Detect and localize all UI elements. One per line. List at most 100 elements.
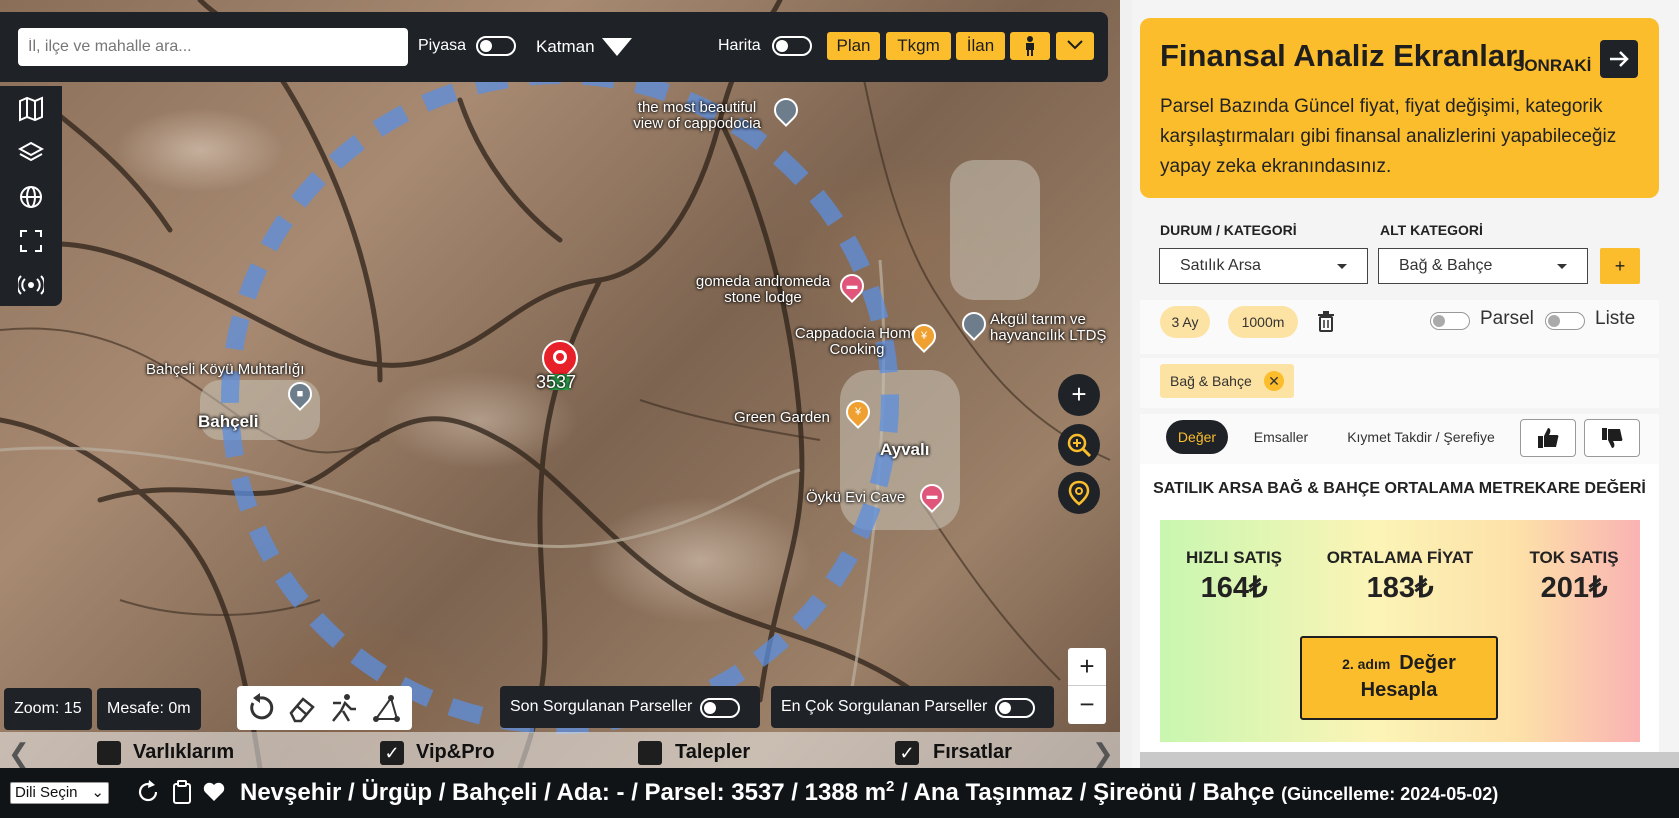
piyasa-toggle[interactable] xyxy=(476,36,516,56)
thumbs-up-icon xyxy=(1538,428,1559,448)
update-date: (Güncelleme: 2024-05-02) xyxy=(1281,784,1499,804)
firsatlar-label: Fırsatlar xyxy=(933,741,1012,763)
layers-icon[interactable] xyxy=(18,140,44,166)
zoom-in-button[interactable]: + xyxy=(1068,648,1106,686)
talepler-checkbox[interactable] xyxy=(638,741,662,765)
polygon-draw-icon[interactable] xyxy=(371,693,401,723)
calc-main-label-1: Değer xyxy=(1399,652,1456,674)
average-price-value: 183₺ xyxy=(1366,572,1434,604)
katman-label[interactable]: Katman xyxy=(536,37,595,57)
arrow-right-icon xyxy=(1610,51,1629,67)
recent-parcels-chip: Son Sorgulanan Parseller xyxy=(500,686,760,728)
recent-parcels-toggle[interactable] xyxy=(700,698,740,718)
next-arrow-button[interactable] xyxy=(1600,40,1638,78)
thumbs-down-icon xyxy=(1602,428,1623,448)
map-view[interactable]: the most beautiful view of cappodocia go… xyxy=(0,0,1120,768)
filter-row: 3 Ay 1000m Parsel Liste xyxy=(1140,300,1659,354)
distance-display: Mesafe: 0m xyxy=(97,688,201,730)
alt-kategori-select[interactable]: Bağ & Bahçe xyxy=(1378,248,1588,284)
full-sale-label: TOK SATIŞ xyxy=(1529,548,1619,567)
tkgm-button[interactable]: Tkgm xyxy=(886,32,951,60)
katman-dropdown-icon[interactable] xyxy=(602,38,632,58)
harita-toggle[interactable] xyxy=(772,36,812,56)
next-label[interactable]: SONRAKİ xyxy=(1513,56,1591,76)
panel-horizontal-scrollbar[interactable] xyxy=(1140,752,1679,768)
card-description: Parsel Bazında Güncel fiyat, fiyat değiş… xyxy=(1160,96,1617,177)
poi-label-viewpoint[interactable]: the most beautiful view of cappodocia xyxy=(622,100,772,132)
category-tag: Bağ & Bahçe ✕ xyxy=(1160,364,1294,398)
zoom-control: + − xyxy=(1068,648,1106,724)
ilan-button[interactable]: İlan xyxy=(956,32,1005,60)
map-icon[interactable] xyxy=(18,96,44,122)
piyasa-label: Piyasa xyxy=(418,37,467,54)
poi-label-muhtarlik[interactable]: Bahçeli Köyü Muhtarlığı xyxy=(146,362,304,378)
broadcast-icon[interactable] xyxy=(18,272,44,298)
durum-kategori-select[interactable]: Satılık Arsa xyxy=(1159,248,1368,284)
location-pin-icon xyxy=(1068,480,1090,506)
zoom-search-button[interactable] xyxy=(1058,424,1100,466)
firsatlar-checkbox[interactable]: ✓ xyxy=(895,741,919,765)
person-icon xyxy=(1026,36,1034,56)
calculate-value-button[interactable]: 2. adım Değer Hesapla xyxy=(1300,636,1498,720)
tab-kiymet-takdir[interactable]: Kıymet Takdir / Şerefiye xyxy=(1336,420,1506,454)
analysis-tabs: Değer Emsaller Kıymet Takdir / Şerefiye xyxy=(1140,414,1659,464)
varliklarim-checkbox[interactable] xyxy=(97,741,121,765)
undo-icon[interactable] xyxy=(245,693,275,723)
calc-step-label: 2. adım xyxy=(1342,656,1391,672)
zoom-out-button[interactable]: − xyxy=(1068,686,1106,724)
filter-checkbox-strip: ❮ Varlıklarım ✓ Vip&Pro Talepler ✓ Fırsa… xyxy=(0,732,1120,768)
poi-label-green-garden[interactable]: Green Garden xyxy=(734,410,830,426)
poi-label-cappadocia-home[interactable]: Cappadocia Home Cooking xyxy=(792,326,922,358)
value-title: SATILIK ARSA BAĞ & BAHÇE ORTALAMA METREK… xyxy=(1153,480,1646,497)
value-section: SATILIK ARSA BAĞ & BAHÇE ORTALAMA METREK… xyxy=(1140,464,1659,754)
add-category-button[interactable]: + xyxy=(1600,248,1640,284)
eraser-icon[interactable] xyxy=(287,693,317,723)
strip-right-arrow-icon[interactable]: ❯ xyxy=(1092,738,1114,769)
my-location-button[interactable] xyxy=(1058,472,1100,514)
language-select-value: Dili Seçin xyxy=(15,784,78,801)
address-detail: / Ana Taşınmaz / Şireönü / Bahçe xyxy=(894,779,1275,806)
vippro-checkbox[interactable]: ✓ xyxy=(380,741,404,765)
plan-button[interactable]: Plan xyxy=(827,32,880,60)
more-dropdown-button[interactable] xyxy=(1056,32,1094,60)
price-gradient-box: HIZLI SATIŞ 164₺ ORTALAMA FİYAT 183₺ TOK… xyxy=(1160,520,1640,742)
refresh-icon[interactable] xyxy=(136,780,160,804)
measure-walk-icon[interactable] xyxy=(329,693,359,723)
most-queried-parcels-chip: En Çok Sorgulanan Parseller xyxy=(771,686,1054,728)
poi-label-gomeda[interactable]: gomeda andromeda stone lodge xyxy=(678,274,848,306)
fullscreen-icon[interactable] xyxy=(18,228,44,254)
clipboard-icon[interactable] xyxy=(170,780,194,804)
strip-left-arrow-icon[interactable]: ❮ xyxy=(8,738,30,769)
liste-toggle[interactable] xyxy=(1545,312,1585,330)
village-label-ayvali: Ayvalı xyxy=(880,440,930,459)
poi-label-oyku[interactable]: Öykü Evi Cave xyxy=(806,490,905,506)
close-icon[interactable]: ✕ xyxy=(1264,371,1284,391)
poi-label-akgul[interactable]: Akgül tarım ve hayvancılık LTDŞ xyxy=(990,312,1120,344)
language-select[interactable]: Dili Seçin ⌄ xyxy=(10,782,109,804)
zoom-level-display: Zoom: 15 xyxy=(4,688,92,730)
card-title: Finansal Analiz Ekranları xyxy=(1160,38,1526,73)
parsel-toggle[interactable] xyxy=(1430,312,1470,330)
street-view-button[interactable] xyxy=(1010,32,1050,60)
globe-icon[interactable] xyxy=(18,184,44,210)
address-main: Nevşehir / Ürgüp / Bahçeli / Ada: - / Pa… xyxy=(240,779,887,806)
trash-icon[interactable] xyxy=(1316,310,1336,332)
add-button[interactable]: + xyxy=(1058,374,1100,416)
parcel-number-label: 3537 xyxy=(536,372,577,392)
most-queried-parcels-toggle[interactable] xyxy=(995,698,1035,718)
tab-emsaller[interactable]: Emsaller xyxy=(1244,420,1318,454)
average-price: ORTALAMA FİYAT 183₺ xyxy=(1325,548,1475,605)
most-queried-parcels-label: En Çok Sorgulanan Parseller xyxy=(781,698,988,715)
distance-pill[interactable]: 1000m xyxy=(1228,306,1298,338)
thumbs-down-button[interactable] xyxy=(1584,419,1640,457)
location-search-input[interactable] xyxy=(18,28,408,66)
selected-tags: Bağ & Bahçe ✕ xyxy=(1140,358,1659,408)
full-sale: TOK SATIŞ 201₺ xyxy=(1524,548,1624,605)
thumbs-up-button[interactable] xyxy=(1520,419,1576,457)
period-pill[interactable]: 3 Ay xyxy=(1160,306,1210,338)
panel-scrollbar[interactable] xyxy=(1120,0,1132,768)
vippro-label: Vip&Pro xyxy=(416,741,495,763)
village-label-bahceli: Bahçeli xyxy=(198,412,259,431)
heart-icon[interactable] xyxy=(202,780,226,804)
tab-deger[interactable]: Değer xyxy=(1166,420,1228,454)
